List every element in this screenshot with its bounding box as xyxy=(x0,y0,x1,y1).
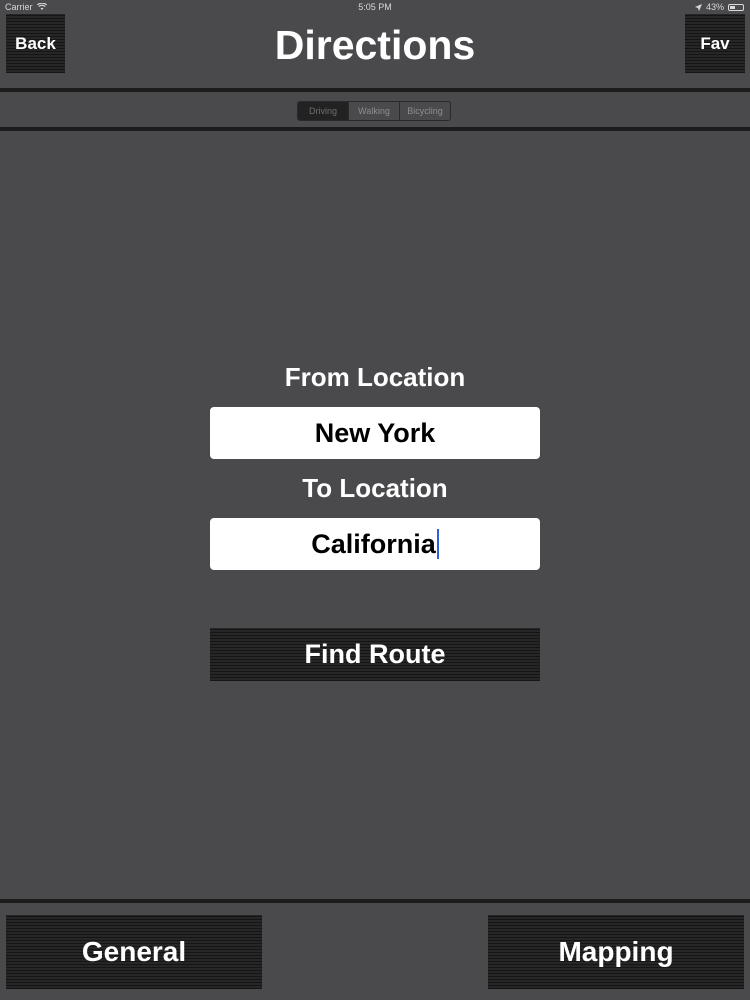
header-divider xyxy=(0,88,750,92)
from-location-value: New York xyxy=(314,417,436,448)
from-location-label: From Location xyxy=(284,362,466,392)
to-location-value: California xyxy=(311,528,436,559)
status-right: 43% xyxy=(694,2,744,12)
segment-driving[interactable]: Driving xyxy=(298,102,349,120)
back-button[interactable]: Back xyxy=(6,14,65,73)
segment-bicycling[interactable]: Bicycling xyxy=(400,102,450,120)
find-route-button[interactable]: Find Route xyxy=(210,628,540,681)
bottom-bar-divider xyxy=(0,899,750,903)
general-button[interactable]: General xyxy=(6,915,262,989)
fav-button[interactable]: Fav xyxy=(685,14,745,73)
transport-mode-segmented-control: Driving Walking Bicycling xyxy=(297,101,451,121)
toolbar-divider xyxy=(0,127,750,131)
battery-fill xyxy=(730,5,736,9)
location-arrow-icon xyxy=(694,3,702,11)
battery-icon xyxy=(728,3,744,11)
text-cursor xyxy=(436,529,439,559)
clock-label: 5:05 PM xyxy=(358,2,392,12)
segment-walking[interactable]: Walking xyxy=(349,102,400,120)
battery-percent: 43% xyxy=(705,2,724,12)
status-bar: Carrier 5:05 PM 43% xyxy=(0,0,750,14)
to-location-label: To Location xyxy=(302,473,448,503)
from-location-field[interactable]: New York xyxy=(210,407,540,459)
mapping-button[interactable]: Mapping xyxy=(488,915,744,989)
to-location-field[interactable]: California xyxy=(210,518,540,570)
page-title: Directions xyxy=(274,22,476,68)
